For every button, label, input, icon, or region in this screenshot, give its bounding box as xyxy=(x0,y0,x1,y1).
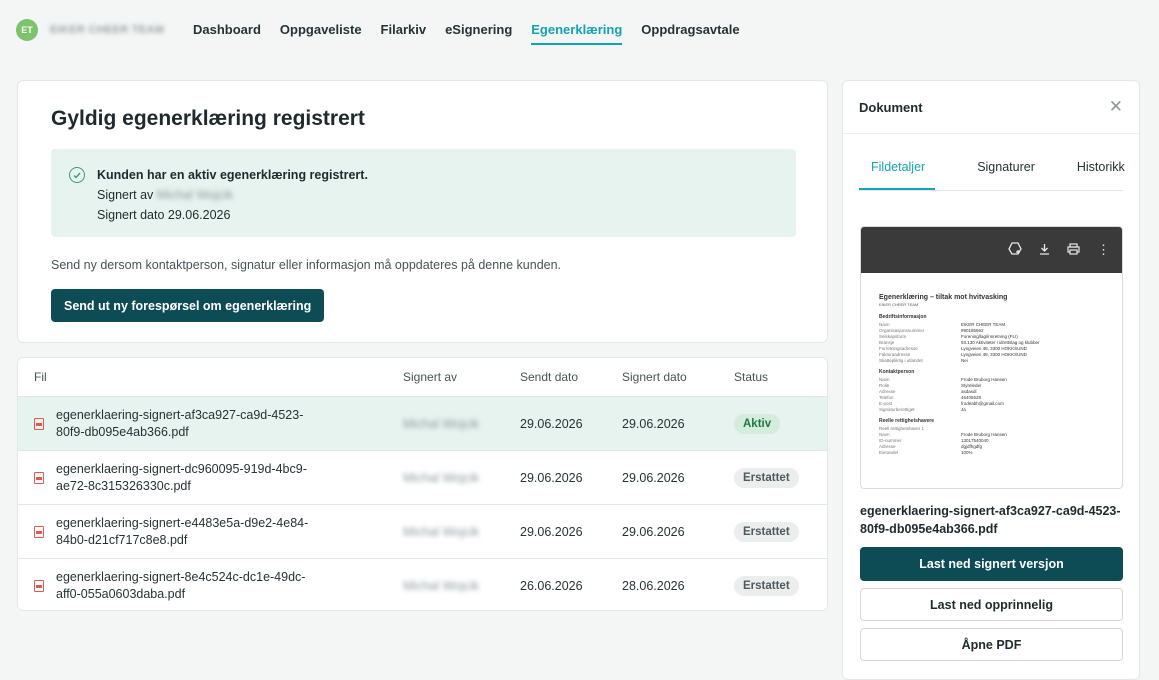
nav-item-oppgaveliste[interactable]: Oppgaveliste xyxy=(280,22,362,45)
doc-field-value: Nei xyxy=(961,358,968,363)
doc-field-label: Skattepliktig i utlandet xyxy=(879,358,923,363)
alert-heading: Kunden har en aktiv egenerklæring regist… xyxy=(97,168,368,182)
pdf-file-icon xyxy=(34,580,44,592)
tab-fildetaljer[interactable]: Fildetaljer xyxy=(859,160,936,190)
tab-historikk[interactable]: Historikk xyxy=(1077,160,1125,190)
doc-field-label: Signaturberettiget xyxy=(879,407,915,412)
doc-field-label: Eierandel xyxy=(879,450,899,455)
nav-item-dashboard[interactable]: Dashboard xyxy=(193,22,261,45)
doc-field: Eierandel 100% xyxy=(879,450,1104,456)
download-signed-button[interactable]: Last ned signert versjon xyxy=(860,547,1123,581)
close-icon[interactable]: ✕ xyxy=(1109,97,1123,117)
send-new-request-button[interactable]: Send ut ny forespørsel om egenerklæring xyxy=(51,289,325,322)
open-pdf-button[interactable]: Åpne PDF xyxy=(860,628,1123,661)
team-avatar[interactable]: ET xyxy=(16,19,38,41)
file-name: egenerklaering-signert-8e4c524c-dc1e-49d… xyxy=(56,570,306,601)
print-icon[interactable] xyxy=(1067,242,1080,258)
signed-by: Michal Wojcik xyxy=(403,579,480,593)
signed-date: 29.06.2026 xyxy=(622,470,685,485)
header-signed-date[interactable]: Signert dato xyxy=(622,370,734,384)
doc-field-value: frodeabh@gmail.com xyxy=(961,401,1004,406)
doc-field-value: Ja xyxy=(961,407,966,412)
header-status[interactable]: Status xyxy=(734,370,824,384)
signed-date: 29.06.2026 xyxy=(622,524,685,539)
table-row[interactable]: egenerklaering-signert-af3ca927-ca9d-452… xyxy=(18,397,827,451)
status-badge: Aktiv xyxy=(734,413,781,434)
panel-title: Dokument xyxy=(859,99,923,115)
nav-item-filarkiv[interactable]: Filarkiv xyxy=(381,22,427,45)
doc-field: Signaturberettiget Ja xyxy=(879,407,1104,413)
status-badge: Erstattet xyxy=(734,576,799,596)
tab-signaturer[interactable]: Signaturer xyxy=(977,160,1035,190)
doc-subtitle: EIKER CHEER TEAM xyxy=(879,302,919,307)
nav-item-esignering[interactable]: eSignering xyxy=(445,22,512,45)
top-navigation: ET EIKER CHEER TEAM Dashboard Oppgavelis… xyxy=(0,0,1159,60)
selected-file-name: egenerklaering-signert-af3ca927-ca9d-452… xyxy=(860,504,1121,536)
file-name: egenerklaering-signert-dc960095-919d-4bc… xyxy=(56,461,307,493)
file-table: Fil Signert av Sendt dato Signert dato S… xyxy=(17,357,828,611)
header-signed-by[interactable]: Signert av xyxy=(403,370,520,384)
signed-by-name: Michal Wojcik xyxy=(156,188,233,202)
sent-date: 29.06.2026 xyxy=(520,470,583,485)
sent-date: 26.06.2026 xyxy=(520,579,583,593)
table-header: Fil Signert av Sendt dato Signert dato S… xyxy=(18,358,827,397)
alert-body: Kunden har en aktiv egenerklæring regist… xyxy=(97,165,368,222)
header-file[interactable]: Fil xyxy=(18,370,403,384)
doc-title: Egenerklæring – tiltak mot hvitvasking xyxy=(879,294,1008,301)
table-row[interactable]: egenerklaering-signert-dc960095-919d-4bc… xyxy=(18,451,827,505)
panel-header: Dokument ✕ xyxy=(843,81,1139,134)
check-circle-icon xyxy=(69,167,85,183)
pdf-page: Egenerklæring – tiltak mot hvitvasking E… xyxy=(861,273,1122,456)
header-sent-date[interactable]: Sendt dato xyxy=(520,370,622,384)
doc-sections: Bedriftsinformasjon Navn EIKER CHEER TEAM O… xyxy=(879,314,1104,456)
panel-tabs: Fildetaljer Signaturer Historikk xyxy=(859,134,1125,191)
doc-section-title: Reelle rettighetshavere xyxy=(879,418,935,424)
download-original-button[interactable]: Last ned opprinnelig xyxy=(860,588,1123,621)
signed-by: Michal Wojcik xyxy=(403,470,480,485)
pdf-viewer-toolbar: ⋮ xyxy=(861,227,1122,273)
document-panel: Dokument ✕ Fildetaljer Signaturer Histor… xyxy=(842,80,1140,680)
help-text: Send ny dersom kontaktperson, signatur e… xyxy=(51,258,562,272)
alert-signed-date: Signert dato 29.06.2026 xyxy=(97,208,231,222)
page-title: Gyldig egenerklæring registrert xyxy=(51,107,365,130)
pdf-file-icon xyxy=(34,525,44,538)
doc-field-value: Lyngveien 48, 3300 HOKKSUND xyxy=(961,352,1027,357)
doc-field: Skattepliktig i utlandet Nei xyxy=(879,358,1104,364)
pdf-file-icon xyxy=(34,471,44,484)
doc-field-value: 100% xyxy=(961,450,973,455)
signed-by-label: Signert av xyxy=(97,188,154,202)
drive-add-icon[interactable] xyxy=(1008,242,1022,258)
doc-section-title: Kontaktperson xyxy=(879,369,915,375)
signed-by: Michal Wojcik xyxy=(403,524,480,539)
sent-date: 29.06.2026 xyxy=(520,416,583,431)
table-row[interactable]: egenerklaering-signert-8e4c524c-dc1e-49d… xyxy=(18,559,827,610)
alert-signed-by: Signert av Michal Wojcik xyxy=(97,185,368,205)
file-name: egenerklaering-signert-e4483e5a-d9e2-4e8… xyxy=(56,515,309,547)
pdf-preview[interactable]: ⋮ Egenerklæring – tiltak mot hvitvasking… xyxy=(860,226,1123,489)
pdf-file-icon xyxy=(34,417,44,430)
table-row[interactable]: egenerklaering-signert-e4483e5a-d9e2-4e8… xyxy=(18,505,827,559)
status-badge: Erstattet xyxy=(734,521,799,542)
signed-by: Michal Wojcik xyxy=(403,416,480,431)
more-vertical-icon[interactable]: ⋮ xyxy=(1097,242,1110,258)
signed-date: 28.06.2026 xyxy=(622,579,685,593)
sent-date: 29.06.2026 xyxy=(520,524,583,539)
success-alert: Kunden har en aktiv egenerklæring regist… xyxy=(51,149,796,237)
team-name[interactable]: EIKER CHEER TEAM xyxy=(50,24,175,36)
nav-item-egenerklaering[interactable]: Egenerklæring xyxy=(531,22,623,45)
file-name: egenerklaering-signert-af3ca927-ca9d-452… xyxy=(56,407,304,439)
nav-item-oppdragsavtale[interactable]: Oppdragsavtale xyxy=(641,22,739,45)
doc-section-title: Bedriftsinformasjon xyxy=(879,314,927,320)
download-icon[interactable] xyxy=(1039,243,1050,258)
status-badge: Erstattet xyxy=(734,467,799,488)
signed-date: 29.06.2026 xyxy=(622,416,685,431)
status-card: Gyldig egenerklæring registrert Kunden h… xyxy=(17,80,828,343)
nav-items: Dashboard Oppgaveliste Filarkiv eSigneri… xyxy=(193,16,759,45)
